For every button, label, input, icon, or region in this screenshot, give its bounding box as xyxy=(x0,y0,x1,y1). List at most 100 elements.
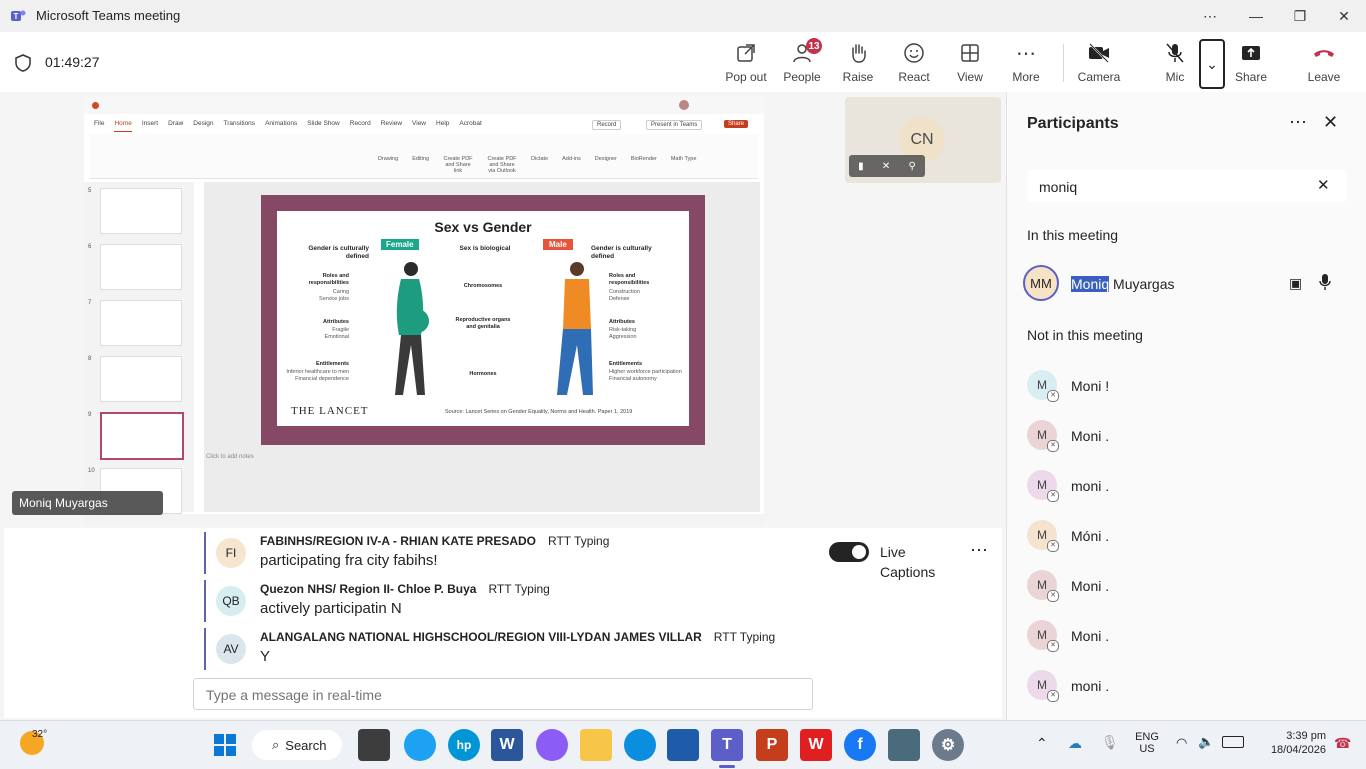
participant-avatar: M ✕ xyxy=(1027,520,1059,552)
people-button[interactable]: 13 People xyxy=(772,38,832,96)
wifi-icon[interactable]: ◠ xyxy=(1176,735,1187,751)
slide-thumbnail[interactable] xyxy=(100,412,184,460)
participant-row[interactable]: M ✕ moni . xyxy=(1027,465,1347,505)
slide-frame: Sex vs Gender Female Male Sex is biologi… xyxy=(261,195,705,445)
participant-name: Moni . xyxy=(1071,628,1110,644)
participant-row[interactable]: MM Moniq Muyargas ▣ xyxy=(1023,265,1353,305)
start-button[interactable] xyxy=(209,729,241,761)
slide-thumbnail[interactable] xyxy=(100,356,182,402)
slide-thumbnail[interactable] xyxy=(100,188,182,234)
volume-icon[interactable]: 🔈 xyxy=(1198,734,1214,750)
ppt-ribbon-tool[interactable]: Designer xyxy=(595,156,617,174)
offline-status-icon: ✕ xyxy=(1047,390,1059,402)
word-app-icon[interactable]: W xyxy=(491,729,523,761)
ppt-ribbon-tool[interactable]: Drawing xyxy=(378,156,398,174)
participant-row[interactable]: M ✕ Moni . xyxy=(1027,565,1347,605)
ppt-ribbon-tool[interactable]: Dictate xyxy=(531,156,548,174)
ppt-ribbon-tool[interactable]: BioRender xyxy=(631,156,657,174)
ppt-ribbon-tab[interactable]: Insert xyxy=(142,120,158,132)
close-window-button[interactable]: ✕ xyxy=(1321,0,1366,32)
ppt-ribbon-tab[interactable]: Help xyxy=(436,120,449,132)
tray-chevron-icon[interactable]: ⌃ xyxy=(1036,735,1048,752)
participant-row[interactable]: M ✕ moni . xyxy=(1027,665,1347,705)
minimize-button[interactable]: — xyxy=(1233,0,1279,32)
ppt-ribbon-tool[interactable]: Editing xyxy=(412,156,429,174)
view-button[interactable]: View xyxy=(940,40,1000,88)
more-button[interactable]: ⋯ More xyxy=(996,40,1056,88)
clear-search-icon[interactable]: ✕ xyxy=(1317,176,1330,194)
participant-video-tile[interactable]: CN ▮ ✕ ⚲ xyxy=(845,97,1001,183)
lang-indicator[interactable]: ENG US xyxy=(1134,731,1160,755)
powerpoint-app-icon[interactable]: P xyxy=(756,729,788,761)
weather-app-icon[interactable] xyxy=(404,729,436,761)
rtt-input[interactable] xyxy=(204,684,798,706)
live-captions-toggle[interactable] xyxy=(829,542,869,562)
ppt-ribbon-tab[interactable]: Slide Show xyxy=(307,120,340,132)
react-button[interactable]: React xyxy=(884,40,944,88)
battery-icon[interactable] xyxy=(1222,736,1244,748)
edge-app-icon[interactable] xyxy=(624,729,656,761)
notes-placeholder[interactable]: Click to add notes xyxy=(206,454,254,460)
ppt-ribbon-tab[interactable]: Draw xyxy=(168,120,183,132)
search-input[interactable] xyxy=(1037,176,1301,198)
notification-icon[interactable]: ☎ xyxy=(1334,735,1351,752)
ppt-ribbon-tool[interactable]: Math Type xyxy=(671,156,697,174)
clock[interactable]: 3:39 pm 18/04/2026 xyxy=(1262,730,1326,756)
hp-app-icon[interactable]: hp xyxy=(448,729,480,761)
ppt-record-button[interactable]: Record xyxy=(592,120,622,130)
taskbar-search[interactable]: ⌕ Search xyxy=(252,730,342,760)
participant-row[interactable]: M ✕ Moni . xyxy=(1027,415,1347,455)
ppt-ribbon-tab[interactable]: Home xyxy=(114,120,132,132)
ppt-ribbon-tab[interactable]: Animations xyxy=(265,120,297,132)
ppt-ribbon-tab[interactable]: File xyxy=(94,120,104,132)
slide-thumbnail[interactable] xyxy=(100,244,182,290)
ppt-present-in-teams-button[interactable]: Present in Teams xyxy=(646,120,703,130)
onedrive-icon[interactable]: ☁ xyxy=(1068,735,1082,752)
rtt-message-box[interactable] xyxy=(193,678,813,710)
slide-thumbnail[interactable] xyxy=(100,300,182,346)
captions-more-icon[interactable]: ⋯ xyxy=(970,540,988,561)
participants-more-icon[interactable]: ⋯ xyxy=(1289,112,1307,133)
teams-app-icon[interactable]: T xyxy=(711,729,743,761)
participant-row[interactable]: M ✕ Moni ! xyxy=(1027,365,1347,405)
settings-app-icon[interactable]: ⚙ xyxy=(932,729,964,761)
raise-hand-button[interactable]: Raise xyxy=(828,40,888,88)
copilot-app-icon[interactable] xyxy=(536,729,568,761)
restore-button[interactable]: ❐ xyxy=(1277,0,1323,32)
remote-desktop-app-icon[interactable] xyxy=(888,729,920,761)
ppt-ribbon-tab[interactable]: Transitions xyxy=(224,120,256,132)
ppt-ribbon-tool[interactable]: Create PDF and Share link xyxy=(443,156,473,174)
ppt-ribbon-tab[interactable]: Record xyxy=(350,120,371,132)
wps-app-icon[interactable]: W xyxy=(800,729,832,761)
camera-button[interactable]: Camera xyxy=(1069,40,1129,88)
ppt-share-button[interactable]: Share xyxy=(724,120,749,128)
popout-button[interactable]: Pop out xyxy=(716,40,776,88)
participants-search[interactable]: ✕ xyxy=(1027,170,1347,202)
roles-left-label: Roles and responsibilities xyxy=(308,273,349,286)
shared-screen[interactable]: File Home Insert Draw Design Transitions Anima… xyxy=(84,96,764,524)
leave-button[interactable]: Leave xyxy=(1294,40,1354,88)
ppt-slide-thumbnails[interactable]: 5 6 7 8 9 10 xyxy=(84,182,194,514)
participant-row[interactable]: M ✕ Moni . xyxy=(1027,615,1347,655)
camera-off-icon xyxy=(1087,40,1111,66)
ppt-ribbon-tab[interactable]: View xyxy=(412,120,426,132)
ppt-ribbon-tab[interactable]: Review xyxy=(381,120,402,132)
store-app-icon[interactable] xyxy=(667,729,699,761)
participant-row[interactable]: M ✕ Móni . xyxy=(1027,515,1347,555)
slide-number: 8 xyxy=(88,356,92,362)
ppt-ribbon-tool[interactable]: Create PDF and Share via Outlook xyxy=(487,156,517,174)
mic-tray-icon[interactable]: 🎙 xyxy=(1101,734,1119,751)
taskview-app-icon[interactable] xyxy=(358,729,390,761)
facebook-app-icon[interactable]: f xyxy=(844,729,876,761)
file-explorer-icon[interactable] xyxy=(580,729,612,761)
pin-icon[interactable]: ⚲ xyxy=(909,161,916,172)
share-button[interactable]: Share xyxy=(1221,40,1281,88)
ppt-ribbon-tool[interactable]: Add-ins xyxy=(562,156,581,174)
ppt-ribbon-tab[interactable]: Acrobat xyxy=(459,120,481,132)
close-panel-icon[interactable]: ✕ xyxy=(1323,112,1338,133)
meeting-timer: 01:49:27 xyxy=(45,54,100,70)
caption-line: FI FABINHS/REGION IV-A - RHIAN KATE PRESA… xyxy=(204,532,826,574)
more-options-icon[interactable]: ⋯ xyxy=(1187,0,1233,32)
ppt-ribbon-tab[interactable]: Design xyxy=(193,120,213,132)
mic-button[interactable]: Mic xyxy=(1145,40,1205,88)
